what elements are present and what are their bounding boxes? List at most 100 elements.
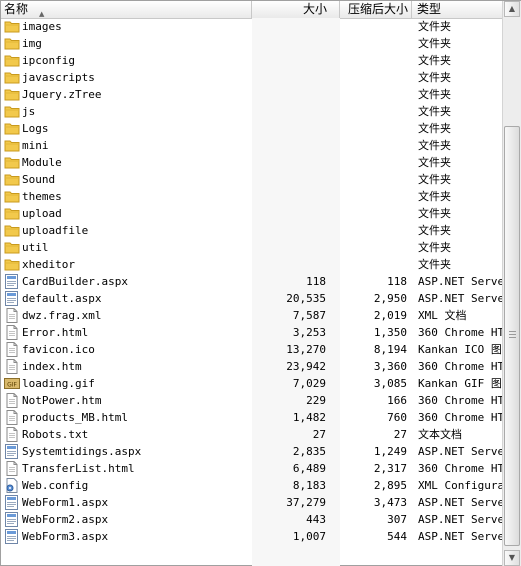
file-type: 文件夹 <box>418 190 451 203</box>
file-compressed-size <box>340 205 407 222</box>
file-compressed-size: 1,249 <box>373 445 407 458</box>
file-compressed-size: 307 <box>387 513 407 526</box>
file-row[interactable]: uploadfile 文件夹 <box>1 222 502 239</box>
file-row[interactable]: CardBuilder.aspx 118 118 ASP.NET Server <box>1 273 502 290</box>
file-row[interactable]: util 文件夹 <box>1 239 502 256</box>
file-row[interactable]: favicon.ico 13,270 8,194 Kankan ICO 图像 <box>1 341 502 358</box>
file-row[interactable]: TransferList.html 6,489 2,317 360 Chrome HT… <box>1 460 502 477</box>
file-name: Robots.txt <box>22 428 89 441</box>
file-row[interactable]: img 文件夹 <box>1 35 502 52</box>
file-compressed-size: 3,360 <box>373 360 407 373</box>
file-name: upload <box>22 207 62 220</box>
file-size <box>252 18 326 35</box>
folder-icon <box>4 87 20 102</box>
file-name: ipconfig <box>22 54 75 67</box>
file-row[interactable]: Error.html 3,253 1,350 360 Chrome HTM <box>1 324 502 341</box>
file-compressed-size <box>340 103 407 120</box>
file-name: javascripts <box>22 71 95 84</box>
file-row[interactable]: mini 文件夹 <box>1 137 502 154</box>
scroll-down-button[interactable]: ▼ <box>504 550 520 566</box>
file-name: favicon.ico <box>22 343 95 356</box>
file-size <box>252 256 326 273</box>
file-type: XML Configurat <box>418 479 502 492</box>
file-name: util <box>22 241 49 254</box>
file-compressed-size: 166 <box>387 394 407 407</box>
file-size: 37,279 <box>286 496 326 509</box>
folder-icon <box>4 172 20 187</box>
file-compressed-size: 118 <box>387 275 407 288</box>
file-type: 360 Chrome HTM <box>418 462 502 475</box>
file-compressed-size: 2,895 <box>373 479 407 492</box>
file-row[interactable]: Web.config 8,183 2,895 XML Configurat <box>1 477 502 494</box>
file-size: 7,587 <box>292 309 326 322</box>
file-name: Systemtidings.aspx <box>22 445 142 458</box>
file-row[interactable]: WebForm3.aspx 1,007 544 ASP.NET Server <box>1 528 502 545</box>
file-row[interactable]: Sound 文件夹 <box>1 171 502 188</box>
file-size <box>252 137 326 154</box>
file-type: 文件夹 <box>418 105 451 118</box>
scroll-up-button[interactable]: ▲ <box>504 1 520 17</box>
vertical-scrollbar[interactable]: ▲ ▼ <box>502 1 521 566</box>
file-compressed-size <box>340 120 407 137</box>
scrollbar-thumb[interactable] <box>504 126 520 546</box>
folder-icon <box>4 257 20 272</box>
file-compressed-size <box>340 137 407 154</box>
file-name: Logs <box>22 122 49 135</box>
file-name: TransferList.html <box>22 462 135 475</box>
file-size <box>252 69 326 86</box>
txt-file-icon <box>4 427 20 442</box>
file-type: Kankan GIF 图像 <box>418 377 502 390</box>
file-row[interactable]: NotPower.htm 229 166 360 Chrome HTM <box>1 392 502 409</box>
html-file-icon <box>4 325 20 340</box>
file-compressed-size <box>340 154 407 171</box>
file-type: 文件夹 <box>418 122 451 135</box>
file-compressed-size: 3,473 <box>373 496 407 509</box>
file-row[interactable]: default.aspx 20,535 2,950 ASP.NET Server <box>1 290 502 307</box>
file-row[interactable]: themes 文件夹 <box>1 188 502 205</box>
file-row[interactable]: images 文件夹 <box>1 18 502 35</box>
folder-icon <box>4 206 20 221</box>
file-row[interactable]: xheditor 文件夹 <box>1 256 502 273</box>
file-row[interactable]: index.htm 23,942 3,360 360 Chrome HTM <box>1 358 502 375</box>
file-type: 文件夹 <box>418 20 451 33</box>
file-row[interactable]: ipconfig 文件夹 <box>1 52 502 69</box>
file-type: 360 Chrome HTM <box>418 411 502 424</box>
file-row[interactable]: WebForm2.aspx 443 307 ASP.NET Server <box>1 511 502 528</box>
file-type: 360 Chrome HTM <box>418 326 502 339</box>
file-row[interactable]: js 文件夹 <box>1 103 502 120</box>
file-type: 文件夹 <box>418 224 451 237</box>
file-compressed-size <box>340 188 407 205</box>
file-name: Error.html <box>22 326 89 339</box>
file-compressed-size <box>340 18 407 35</box>
file-row[interactable]: Robots.txt 27 27 文本文档 <box>1 426 502 443</box>
file-row[interactable]: dwz.frag.xml 7,587 2,019 XML 文档 <box>1 307 502 324</box>
file-row[interactable]: WebForm1.aspx 37,279 3,473 ASP.NET Server <box>1 494 502 511</box>
folder-icon <box>4 19 20 34</box>
folder-icon <box>4 240 20 255</box>
file-size <box>252 222 326 239</box>
column-header-compressed-size[interactable]: 压缩后大小 <box>340 1 412 18</box>
file-row[interactable]: products_MB.html 1,482 760 360 Chrome HTM <box>1 409 502 426</box>
column-header-name[interactable]: 名称 ▲ <box>1 1 252 18</box>
column-header-size[interactable]: 大小 <box>252 1 340 18</box>
file-row[interactable]: javascripts 文件夹 <box>1 69 502 86</box>
file-size <box>252 188 326 205</box>
file-row[interactable]: Systemtidings.aspx 2,835 1,249 ASP.NET Serv… <box>1 443 502 460</box>
file-name: images <box>22 20 62 33</box>
column-header-type[interactable]: 类型 <box>412 1 502 18</box>
file-row[interactable]: Jquery.zTree 文件夹 <box>1 86 502 103</box>
file-row[interactable]: Logs 文件夹 <box>1 120 502 137</box>
file-name: img <box>22 37 42 50</box>
file-size <box>252 154 326 171</box>
file-name: Web.config <box>22 479 89 492</box>
column-header-bar: 名称 ▲ 大小 压缩后大小 类型 <box>1 1 502 19</box>
file-type: 文件夹 <box>418 139 451 152</box>
file-size: 1,482 <box>292 411 326 424</box>
file-type: 文件夹 <box>418 54 451 67</box>
file-size <box>252 120 326 137</box>
file-row[interactable]: Module 文件夹 <box>1 154 502 171</box>
file-row[interactable]: upload 文件夹 <box>1 205 502 222</box>
file-type: 文件夹 <box>418 258 451 271</box>
file-name: themes <box>22 190 62 203</box>
file-row[interactable]: GIF loading.gif 7,029 3,085 Kankan GIF 图像 <box>1 375 502 392</box>
